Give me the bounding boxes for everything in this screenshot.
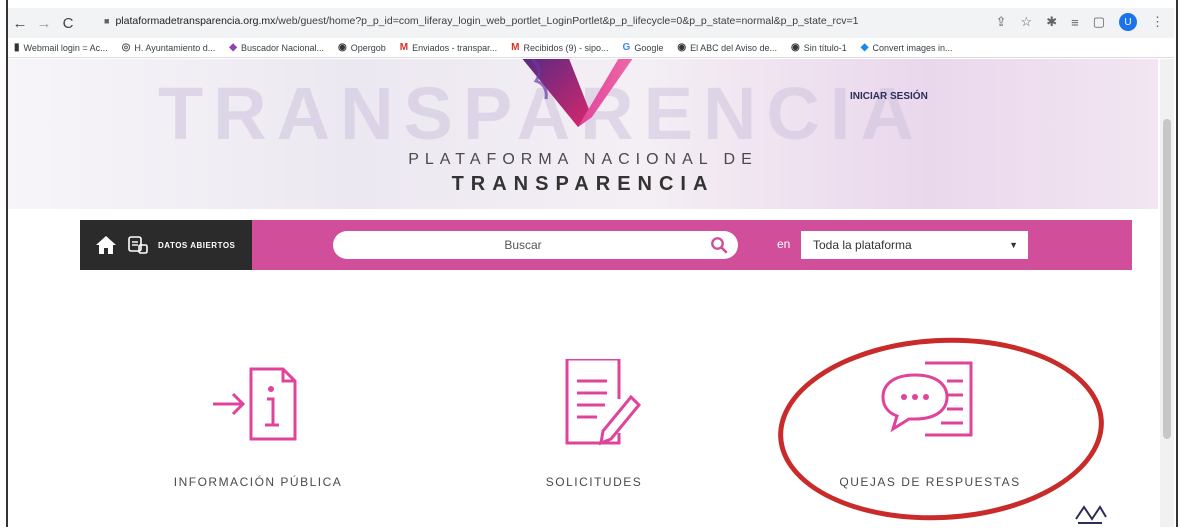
public-info-icon (213, 367, 297, 441)
scope-selected-value: Toda la plataforma (813, 238, 912, 252)
bookmark-item[interactable]: M Enviados - transpar... (400, 42, 497, 53)
profile-avatar[interactable]: U (1119, 13, 1137, 31)
globe-icon: ◎ (121, 42, 131, 53)
extensions-icon[interactable]: ✱ (1046, 14, 1057, 30)
gmail-icon: M (399, 42, 409, 53)
accessibility-icon[interactable] (1072, 499, 1108, 527)
share-icon[interactable]: ⇪ (996, 14, 1007, 30)
menu-icon[interactable]: ⋮ (1151, 14, 1164, 30)
side-panel-icon[interactable]: ▢ (1093, 14, 1105, 30)
scope-select[interactable]: Toda la plataforma ▼ (801, 231, 1028, 259)
globe-icon: ◉ (790, 42, 800, 53)
gmail-icon: M (511, 42, 520, 53)
quick-links: DATOS ABIERTOS (80, 220, 252, 270)
brand-title-line2: TRANSPARENCIA (451, 173, 715, 195)
reading-list-icon[interactable]: ≡ (1071, 15, 1079, 30)
webmail-icon: ▮ (14, 42, 20, 53)
forward-icon[interactable]: → (32, 15, 56, 32)
globe-icon: ◉ (677, 42, 687, 53)
diamond-icon: ◆ (229, 42, 237, 53)
page-scrollbar[interactable] (1160, 59, 1174, 527)
bookmarks-bar: ▮ Webmail login = Ac... ◎ H. Ayuntamiento … (8, 38, 1174, 58)
home-icon[interactable] (94, 234, 118, 256)
open-data-link[interactable]: DATOS ABIERTOS (158, 241, 235, 250)
address-bar[interactable]: ■ plataformadetransparencia.org.mx/web/gu… (104, 15, 859, 27)
search-icon[interactable] (710, 236, 728, 254)
hero-banner: TRANSPARENCIA INICIAR SESIÓN PLATAFORMA … (8, 59, 1158, 209)
card-solicitudes[interactable]: SOLICITUDES (464, 359, 724, 489)
browser-actions: ⇪ ☆ ✱ ≡ ▢ U ⋮ (996, 13, 1164, 31)
brand-title-line1: PLATAFORMA NACIONAL DE (408, 151, 758, 168)
search-input[interactable]: Buscar (333, 231, 738, 259)
browser-toolbar: ← → C ■ plataformadetransparencia.org.mx/… (8, 8, 1174, 38)
bookmark-item[interactable]: ◆ Convert images in... (861, 42, 953, 53)
open-data-icon[interactable] (126, 234, 150, 256)
globe-icon: ◉ (338, 42, 347, 53)
lock-icon: ■ (104, 16, 110, 26)
chevron-down-icon: ▼ (1009, 240, 1018, 250)
convert-icon: ◆ (860, 42, 869, 53)
bookmark-item[interactable]: ◉ Sin título-1 (791, 42, 847, 53)
url-path: /web/guest/home?p_p_id=com_liferay_login… (275, 15, 859, 27)
scrollbar-thumb[interactable] (1163, 119, 1171, 439)
search-placeholder: Buscar (504, 238, 542, 252)
bookmark-item[interactable]: ◉ El ABC del Aviso de... (677, 42, 777, 53)
scope-prefix: en (777, 237, 791, 251)
google-icon: G (622, 42, 631, 53)
bookmark-item[interactable]: M Recibidos (9) - sipo... (511, 42, 608, 53)
search-bar: DATOS ABIERTOS Buscar en Toda la platafo… (80, 220, 1132, 270)
url-host: plataformadetransparencia.org.mx (115, 15, 276, 27)
login-link[interactable]: INICIAR SESIÓN (850, 91, 928, 102)
card-label: SOLICITUDES (545, 475, 643, 489)
star-icon[interactable]: ☆ (1021, 14, 1033, 30)
bookmark-item[interactable]: ◎ H. Ayuntamiento d... (122, 42, 216, 53)
card-informacion-publica[interactable]: INFORMACIÓN PÚBLICA (128, 359, 388, 489)
requests-icon (565, 359, 642, 446)
bookmark-item[interactable]: G Google (623, 42, 664, 53)
bookmark-item[interactable]: ◉ Opergob (338, 42, 386, 53)
card-label: INFORMACIÓN PÚBLICA (173, 475, 343, 489)
back-icon[interactable]: ← (8, 15, 32, 32)
platform-logo (522, 59, 633, 127)
bookmark-item[interactable]: ▮ Webmail login = Ac... (14, 42, 108, 53)
bookmark-item[interactable]: ◆ Buscador Nacional... (229, 42, 324, 53)
reload-icon[interactable]: C (56, 15, 80, 32)
